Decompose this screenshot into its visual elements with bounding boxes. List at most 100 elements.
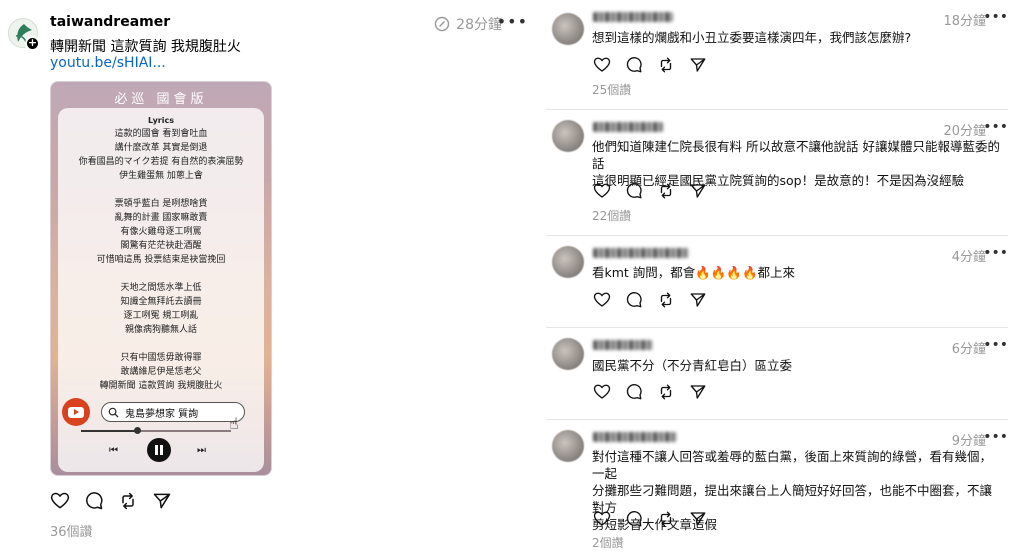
- more-icon[interactable]: •••: [983, 119, 1008, 135]
- comment-text: 看kmt 詢問，都會🔥🔥🔥🔥都上來: [592, 265, 796, 280]
- comment-likes-count[interactable]: 25個讚: [592, 81, 631, 98]
- pause-icon: [147, 438, 171, 462]
- avatar[interactable]: [552, 430, 584, 462]
- lyrics-gap: [58, 183, 264, 197]
- send-icon[interactable]: [688, 181, 708, 201]
- comment-item: 4分鐘 ••• 看kmt 詢問，都會🔥🔥🔥🔥都上來: [546, 236, 1016, 328]
- youtube-icon: [62, 398, 90, 426]
- comment-username[interactable]: [593, 122, 663, 132]
- comment-item: 18分鐘 ••• 想到這樣的爛戲和小丑立委要這樣演四年，我們該怎麼辦? 25個讚: [546, 0, 1016, 110]
- lyrics-line: 只有中國恁毋敢得罪: [120, 353, 202, 363]
- post-text: 轉開新聞 這款質詢 我規腹肚火: [50, 39, 241, 55]
- heart-icon[interactable]: [592, 55, 612, 75]
- comment-time: 4分鐘: [951, 250, 986, 265]
- comment-icon[interactable]: [624, 181, 644, 201]
- more-icon[interactable]: •••: [983, 337, 1008, 353]
- lyrics-gap: [58, 337, 264, 351]
- comment-actions: [592, 382, 708, 402]
- avatar[interactable]: [552, 13, 584, 45]
- lyrics-line: 逐工咧冤 規工咧亂: [123, 311, 199, 321]
- comment-time: 20分鐘: [943, 124, 986, 139]
- lyrics-line: 知識全無拜託去讀冊: [120, 297, 202, 307]
- lyrics-line: 轉開新聞 這款質詢 我規腹肚火: [99, 381, 223, 391]
- comment-item: 20分鐘 ••• 他們知道陳建仁院長很有料 所以故意不讓他說話 好讓媒體只能報導…: [546, 110, 1016, 236]
- heart-icon[interactable]: [592, 509, 612, 529]
- lyrics-line: 這款的國會 看到會吐血: [114, 129, 208, 139]
- comment-icon[interactable]: [624, 55, 644, 75]
- lyrics-gap: [58, 267, 264, 281]
- comment-icon[interactable]: [624, 382, 644, 402]
- comment-icon[interactable]: [84, 491, 104, 511]
- comment-text: 國民黨不分（不分青紅皂白）區立委: [592, 358, 793, 373]
- comment-likes-count[interactable]: 22個讚: [592, 207, 631, 224]
- lyrics-text: 這款的國會 看到會吐血 講什麼改革 其實是倒退 你看國昌的マイク若提 有自然的表演屈…: [58, 127, 264, 393]
- repost-icon[interactable]: [656, 181, 676, 201]
- post-link[interactable]: youtu.be/sHIAI...: [50, 55, 166, 71]
- lyrics-line: 有像火雞母逐工咧罵: [120, 227, 202, 237]
- heart-icon[interactable]: [592, 290, 612, 310]
- post-actions: [50, 491, 172, 511]
- search-icon: [108, 407, 119, 418]
- comment-actions: [592, 290, 708, 310]
- comment-username[interactable]: [593, 340, 653, 350]
- post-time-label: 28分鐘: [456, 17, 502, 33]
- comment-time: 6分鐘: [951, 342, 986, 357]
- video-thumbnail[interactable]: 必巡 國會版 Lyrics 這款的國會 看到會吐血 講什麼改革 其實是倒退 你看國昌…: [50, 81, 272, 476]
- send-icon[interactable]: [688, 290, 708, 310]
- comment-actions: [592, 509, 708, 529]
- lyrics-line: 敢講維尼伊是恁老父: [120, 367, 202, 377]
- lyrics-line: 亂舞的計畫 國家嘛敢賣: [114, 213, 208, 223]
- avatar[interactable]: [552, 246, 584, 278]
- edit-clock-icon: [434, 16, 450, 32]
- repost-icon[interactable]: [656, 382, 676, 402]
- lyrics-line: 閣驚有茫茫袂赴酒醒: [120, 241, 202, 251]
- lyrics-line: 天地之間恁水準上低: [120, 283, 202, 293]
- comment-time: 9分鐘: [951, 434, 986, 449]
- post-time: 28分鐘: [434, 14, 502, 34]
- heart-icon[interactable]: [592, 181, 612, 201]
- more-icon[interactable]: •••: [983, 9, 1008, 25]
- heart-icon[interactable]: [592, 382, 612, 402]
- comment-actions: [592, 181, 708, 201]
- send-icon[interactable]: [152, 491, 172, 511]
- send-icon[interactable]: [688, 55, 708, 75]
- comment-actions: [592, 55, 708, 75]
- lyrics-line: 伊生雞蛋無 加蔥上會: [119, 171, 203, 181]
- post-username[interactable]: taiwandreamer: [50, 14, 170, 30]
- repost-icon[interactable]: [656, 509, 676, 529]
- previous-icon: ⏮: [109, 445, 118, 456]
- comment-username[interactable]: [593, 12, 673, 22]
- heart-icon[interactable]: [50, 491, 70, 511]
- repost-icon[interactable]: [656, 290, 676, 310]
- comment-icon[interactable]: [624, 509, 644, 529]
- post-likes-count[interactable]: 36個讚: [50, 521, 93, 540]
- comment-text: 想到這樣的爛戲和小丑立委要這樣演四年，我們該怎麼辦?: [592, 30, 912, 45]
- more-icon[interactable]: •••: [983, 429, 1008, 445]
- comment-icon[interactable]: [624, 290, 644, 310]
- main-post: + taiwandreamer 28分鐘 ••• 轉開新聞 這款質詢 我規腹肚火…: [0, 0, 532, 554]
- more-icon[interactable]: •••: [983, 245, 1008, 261]
- more-icon[interactable]: •••: [497, 12, 528, 31]
- lyrics-line: 親像病狗聽無人話: [124, 325, 197, 335]
- lyrics-line: 票頓乎藍白 是咧想啥貨: [114, 199, 208, 209]
- comment-item: 9分鐘 ••• 對付這種不讓人回答或羞辱的藍白黨，後面上來質詢的綠營，看有幾個，…: [546, 420, 1016, 554]
- avatar[interactable]: [552, 120, 584, 152]
- video-progress-bar: [81, 427, 231, 434]
- follow-plus-icon[interactable]: +: [25, 36, 40, 51]
- lyrics-title: Lyrics: [148, 116, 174, 125]
- comment-username[interactable]: [593, 432, 677, 442]
- next-icon: ⏭: [197, 445, 206, 456]
- video-header: 必巡 國會版: [114, 92, 208, 107]
- video-search-bar: 鬼島夢想家 質詢: [101, 402, 245, 422]
- comment-likes-count[interactable]: 2個讚: [592, 534, 624, 551]
- comments-panel: 18分鐘 ••• 想到這樣的爛戲和小丑立委要這樣演四年，我們該怎麼辦? 25個讚…: [546, 0, 1024, 554]
- avatar[interactable]: [552, 338, 584, 370]
- comment-username[interactable]: [593, 248, 689, 258]
- repost-icon[interactable]: [118, 491, 138, 511]
- comment-time: 18分鐘: [943, 14, 986, 29]
- video-search-text: 鬼島夢想家 質詢: [125, 408, 199, 420]
- send-icon[interactable]: [688, 509, 708, 529]
- repost-icon[interactable]: [656, 55, 676, 75]
- send-icon[interactable]: [688, 382, 708, 402]
- lyrics-line: 你看國昌的マイク若提 有自然的表演屈勢: [78, 157, 244, 167]
